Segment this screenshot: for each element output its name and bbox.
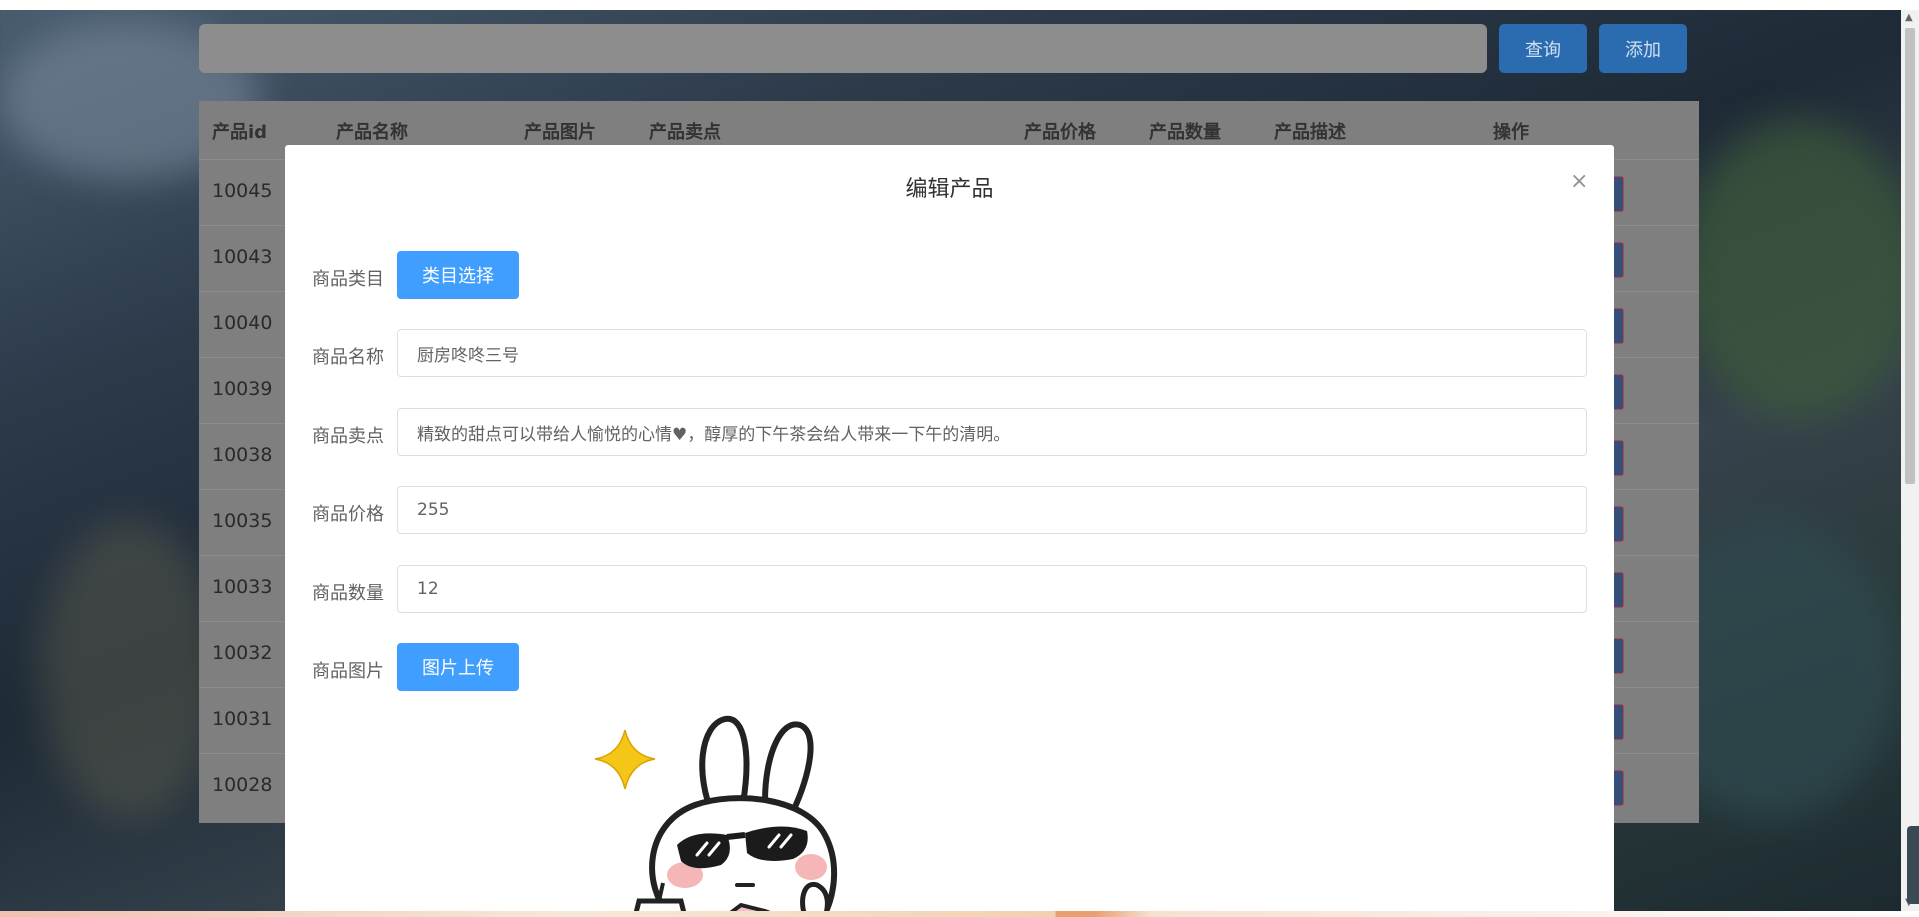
scroll-up-icon[interactable]: ▲ [1905, 12, 1913, 23]
header-price: 产品价格 [1024, 122, 1096, 143]
selling-point-input[interactable] [397, 408, 1587, 456]
selling-point-label: 商品卖点 [312, 426, 384, 447]
category-label: 商品类目 [312, 269, 384, 290]
product-id-cell: 10045 [212, 180, 273, 202]
background-foliage [1680, 120, 1919, 420]
edit-product-dialog: 编辑产品 × 商品类目 类目选择 商品名称 商品卖点 商品价格 商品数量 商品图… [285, 145, 1614, 917]
rabbit-blush-right [795, 854, 827, 880]
price-label: 商品价格 [312, 504, 384, 525]
header-actions: 操作 [1493, 122, 1529, 143]
sunglasses-bridge [726, 832, 746, 840]
image-upload-button[interactable]: 图片上传 [397, 643, 519, 691]
close-icon[interactable]: × [1570, 169, 1588, 194]
product-id-cell: 10038 [212, 444, 273, 466]
product-id-cell: 10033 [212, 576, 273, 598]
query-button[interactable]: 查询 [1499, 24, 1587, 73]
side-widget-tab[interactable] [1907, 826, 1919, 904]
page-scrollbar[interactable]: ▲ ▼ [1901, 10, 1919, 911]
product-image-preview [594, 715, 838, 917]
sparkle-icon [594, 729, 656, 790]
header-description: 产品描述 [1274, 122, 1346, 143]
product-id-cell: 10039 [212, 378, 273, 400]
quantity-input[interactable] [397, 565, 1587, 613]
name-label: 商品名称 [312, 347, 384, 368]
product-id-cell: 10035 [212, 510, 273, 532]
dialog-title: 编辑产品 [905, 177, 994, 202]
image-label: 商品图片 [312, 661, 384, 682]
product-id-cell: 10043 [212, 246, 273, 268]
add-button[interactable]: 添加 [1599, 24, 1687, 73]
scroll-thumb[interactable] [1905, 28, 1915, 484]
taskbar-strip [0, 911, 1919, 917]
header-product-name: 产品名称 [336, 122, 408, 143]
category-select-button[interactable]: 类目选择 [397, 251, 519, 299]
product-id-cell: 10028 [212, 774, 273, 796]
quantity-label: 商品数量 [312, 583, 384, 604]
browser-top-strip [0, 0, 1919, 10]
header-selling-point: 产品卖点 [649, 122, 721, 143]
product-id-cell: 10031 [212, 708, 273, 730]
product-name-input[interactable] [397, 329, 1587, 377]
background-ground [40, 520, 220, 820]
product-id-cell: 10032 [212, 642, 273, 664]
price-input[interactable] [397, 486, 1587, 534]
search-input[interactable] [199, 24, 1487, 73]
sunglasses-right-lens [745, 826, 808, 861]
product-id-cell: 10040 [212, 312, 273, 334]
header-product-image: 产品图片 [524, 122, 596, 143]
header-product-id: 产品id [212, 122, 268, 143]
header-quantity: 产品数量 [1149, 122, 1221, 143]
